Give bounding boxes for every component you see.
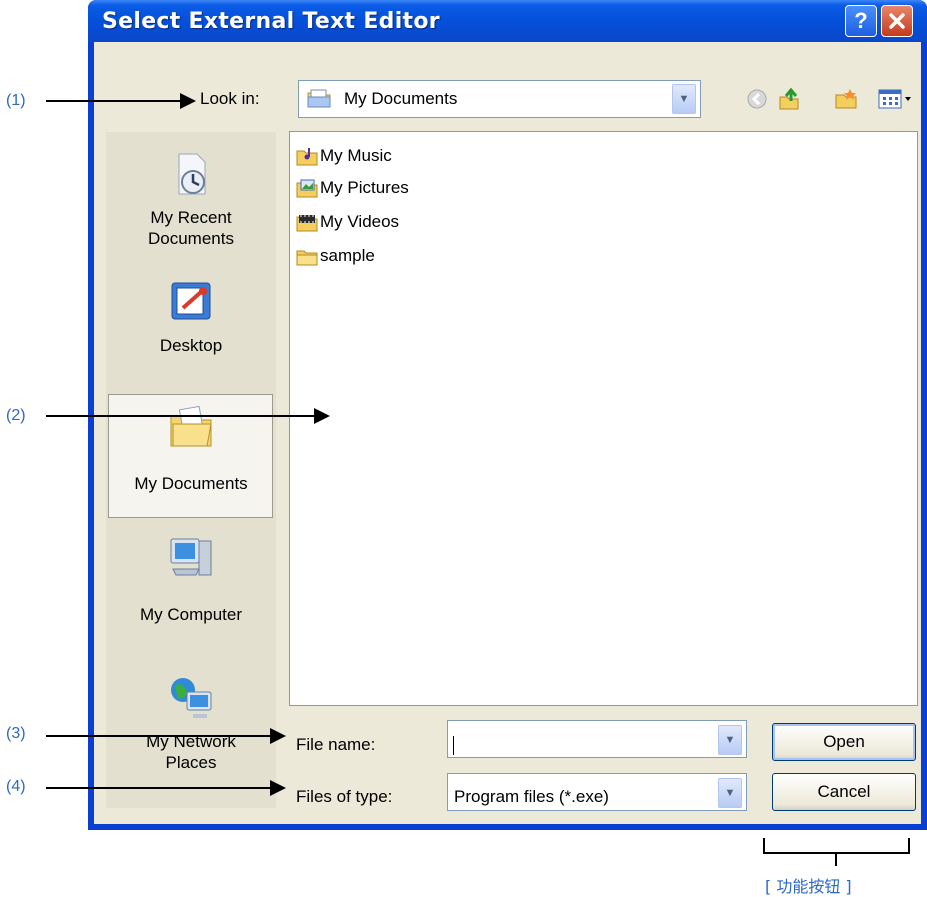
annotation-4: (4) — [6, 778, 26, 795]
place-label: My Computer — [139, 605, 243, 624]
videos-folder-icon — [296, 215, 318, 232]
chevron-down-icon: ▼ — [724, 787, 736, 799]
place-label: My Recent Documents — [148, 208, 234, 248]
arrow-icon — [314, 408, 330, 424]
place-my-computer[interactable]: My Computer — [106, 533, 276, 625]
files-of-type-label: Files of type: — [296, 787, 393, 806]
file-name-value — [453, 735, 454, 756]
list-item[interactable]: My Videos — [296, 208, 399, 236]
annotation-line — [46, 100, 180, 102]
folder-icon — [296, 250, 318, 266]
file-name-dropdown-button[interactable]: ▼ — [718, 725, 742, 755]
arrow-icon — [180, 93, 196, 109]
file-name: My Music — [320, 146, 392, 165]
function-buttons-annotation: [ 功能按钮 ] — [765, 877, 852, 896]
look-in-label: Look in: — [200, 89, 260, 108]
new-folder-button[interactable] — [833, 86, 859, 112]
up-one-level-button[interactable] — [776, 86, 802, 112]
chevron-down-icon: ▼ — [724, 734, 736, 746]
annotation-line — [46, 415, 314, 417]
open-button[interactable]: Open — [772, 723, 916, 761]
recent-documents-icon — [178, 153, 206, 195]
my-documents-small-icon — [307, 89, 331, 108]
window-title: Select External Text Editor — [102, 9, 440, 34]
place-label: My Documents — [134, 474, 248, 493]
music-folder-icon — [296, 148, 318, 166]
place-my-recent-documents[interactable]: My Recent Documents — [106, 150, 276, 249]
place-desktop[interactable]: Desktop — [106, 278, 276, 356]
cancel-button[interactable]: Cancel — [772, 773, 916, 811]
place-label: My Network Places — [146, 732, 236, 772]
files-of-type-value: Program files (*.exe) — [454, 787, 609, 806]
list-item[interactable]: sample — [296, 242, 375, 270]
view-menu-icon — [878, 89, 911, 109]
arrow-icon — [270, 728, 286, 744]
look-in-value: My Documents — [344, 89, 458, 108]
up-folder-icon — [779, 87, 799, 110]
annotation-1: (1) — [6, 92, 26, 109]
bracket-right — [908, 838, 910, 854]
open-button-label: Open — [823, 732, 865, 751]
place-my-network-places[interactable]: My Network Places — [106, 674, 276, 773]
my-documents-icon — [170, 405, 212, 447]
help-button[interactable]: ? — [845, 5, 877, 37]
desktop-icon — [171, 282, 211, 320]
my-computer-icon — [170, 538, 212, 576]
chevron-down-icon: ▼ — [678, 93, 690, 105]
close-icon — [889, 13, 905, 29]
file-name: My Pictures — [320, 178, 409, 197]
back-button[interactable] — [744, 86, 770, 112]
look-in-dropdown-button[interactable]: ▼ — [672, 84, 696, 114]
files-of-type-dropdown-button[interactable]: ▼ — [718, 778, 742, 808]
arrow-icon — [270, 780, 286, 796]
list-item[interactable]: My Music — [296, 142, 392, 170]
pictures-folder-icon — [296, 179, 318, 198]
new-folder-icon — [835, 89, 857, 109]
place-label: Desktop — [159, 336, 223, 355]
file-name: sample — [320, 246, 375, 265]
file-name: My Videos — [320, 212, 400, 231]
close-button[interactable] — [881, 5, 913, 37]
view-menu-button[interactable] — [876, 86, 916, 112]
network-places-icon — [171, 678, 212, 718]
annotation-3: (3) — [6, 725, 26, 742]
list-item[interactable]: My Pictures — [296, 174, 409, 202]
bracket-stem — [835, 852, 837, 866]
file-name-input[interactable] — [447, 720, 747, 758]
file-name-label: File name: — [296, 735, 376, 754]
back-icon — [747, 89, 767, 109]
annotation-2: (2) — [6, 407, 26, 424]
annotation-line — [46, 735, 270, 737]
annotation-line — [46, 787, 270, 789]
cancel-button-label: Cancel — [817, 782, 871, 801]
